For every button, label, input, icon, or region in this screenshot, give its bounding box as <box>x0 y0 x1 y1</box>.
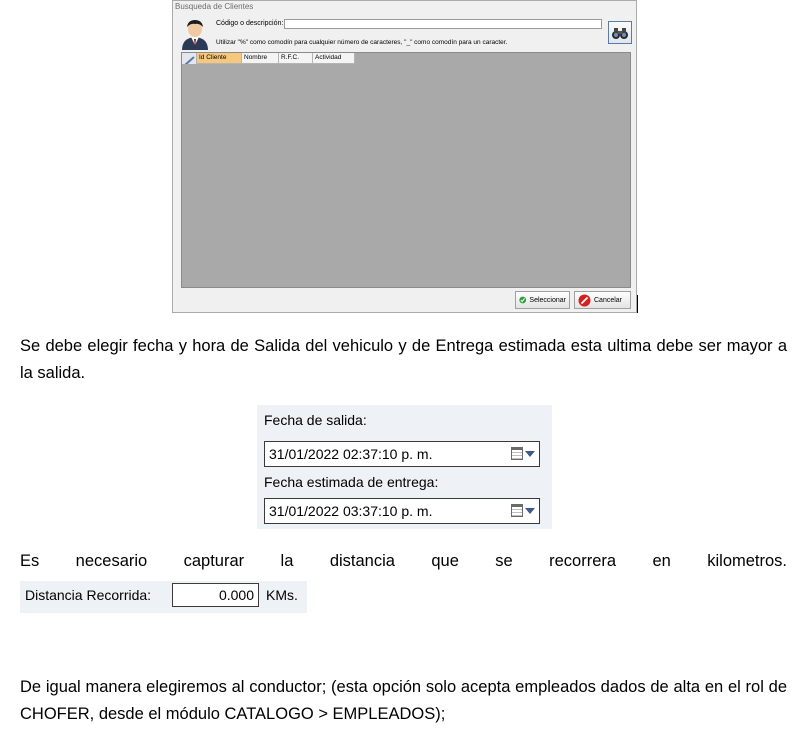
distance-label: Distancia Recorrida: <box>25 587 152 603</box>
dates-panel: Fecha de salida: 31/01/2022 02:37:10 p. … <box>257 405 552 529</box>
distance-panel: Distancia Recorrida: 0.000 KMs. <box>20 581 307 613</box>
user-avatar-icon <box>180 18 210 50</box>
departure-date-picker[interactable]: 31/01/2022 02:37:10 p. m. <box>264 441 540 467</box>
select-button[interactable]: Seleccionar <box>515 291 570 309</box>
delivery-date-picker[interactable]: 31/01/2022 03:37:10 p. m. <box>264 498 540 524</box>
check-icon <box>519 296 527 304</box>
results-grid[interactable]: Id Cliente Nombre R.F.C. Actividad <box>181 52 631 288</box>
column-header-id-cliente[interactable]: Id Cliente <box>197 53 242 64</box>
cancel-icon <box>578 294 591 306</box>
search-input[interactable] <box>284 19 602 29</box>
search-help-text: Utilizar "%" como comodín para cualquier… <box>216 39 508 46</box>
search-label: Código o descripción: <box>216 20 284 27</box>
column-header-actividad[interactable]: Actividad <box>313 53 355 64</box>
chevron-down-icon <box>525 450 535 457</box>
chevron-down-icon <box>525 507 535 514</box>
distance-unit: KMs. <box>266 587 298 603</box>
text-cursor <box>637 295 638 313</box>
delivery-date-label: Fecha estimada de entrega: <box>264 474 439 490</box>
paragraph-distance: Es necesario capturar la distancia que s… <box>20 552 787 570</box>
distance-input[interactable]: 0.000 <box>172 583 259 607</box>
column-header-rfc[interactable]: R.F.C. <box>279 53 313 64</box>
search-button[interactable] <box>608 21 632 44</box>
paragraph-dates: Se debe elegir fecha y hora de Salida de… <box>20 337 787 382</box>
client-search-dialog: Busqueda de Clientes Código o descripció… <box>172 0 637 313</box>
delivery-date-value: 31/01/2022 03:37:10 p. m. <box>269 503 433 519</box>
departure-date-label: Fecha de salida: <box>264 412 367 428</box>
dialog-title: Busqueda de Clientes <box>175 2 254 11</box>
cancel-button[interactable]: Cancelar <box>574 291 631 309</box>
delivery-calendar-button[interactable] <box>511 504 535 517</box>
binoculars-icon <box>612 27 628 39</box>
grid-header: Id Cliente Nombre R.F.C. Actividad <box>182 53 355 64</box>
calendar-icon <box>511 504 523 517</box>
calendar-icon <box>511 447 523 460</box>
grid-corner[interactable] <box>182 53 197 64</box>
column-header-nombre[interactable]: Nombre <box>242 53 279 64</box>
departure-date-value: 31/01/2022 02:37:10 p. m. <box>269 446 433 462</box>
cancel-button-label: Cancelar <box>594 296 623 304</box>
departure-calendar-button[interactable] <box>511 447 535 460</box>
select-button-label: Seleccionar <box>529 296 566 304</box>
paragraph-driver: De igual manera elegiremos al conductor;… <box>20 678 787 723</box>
